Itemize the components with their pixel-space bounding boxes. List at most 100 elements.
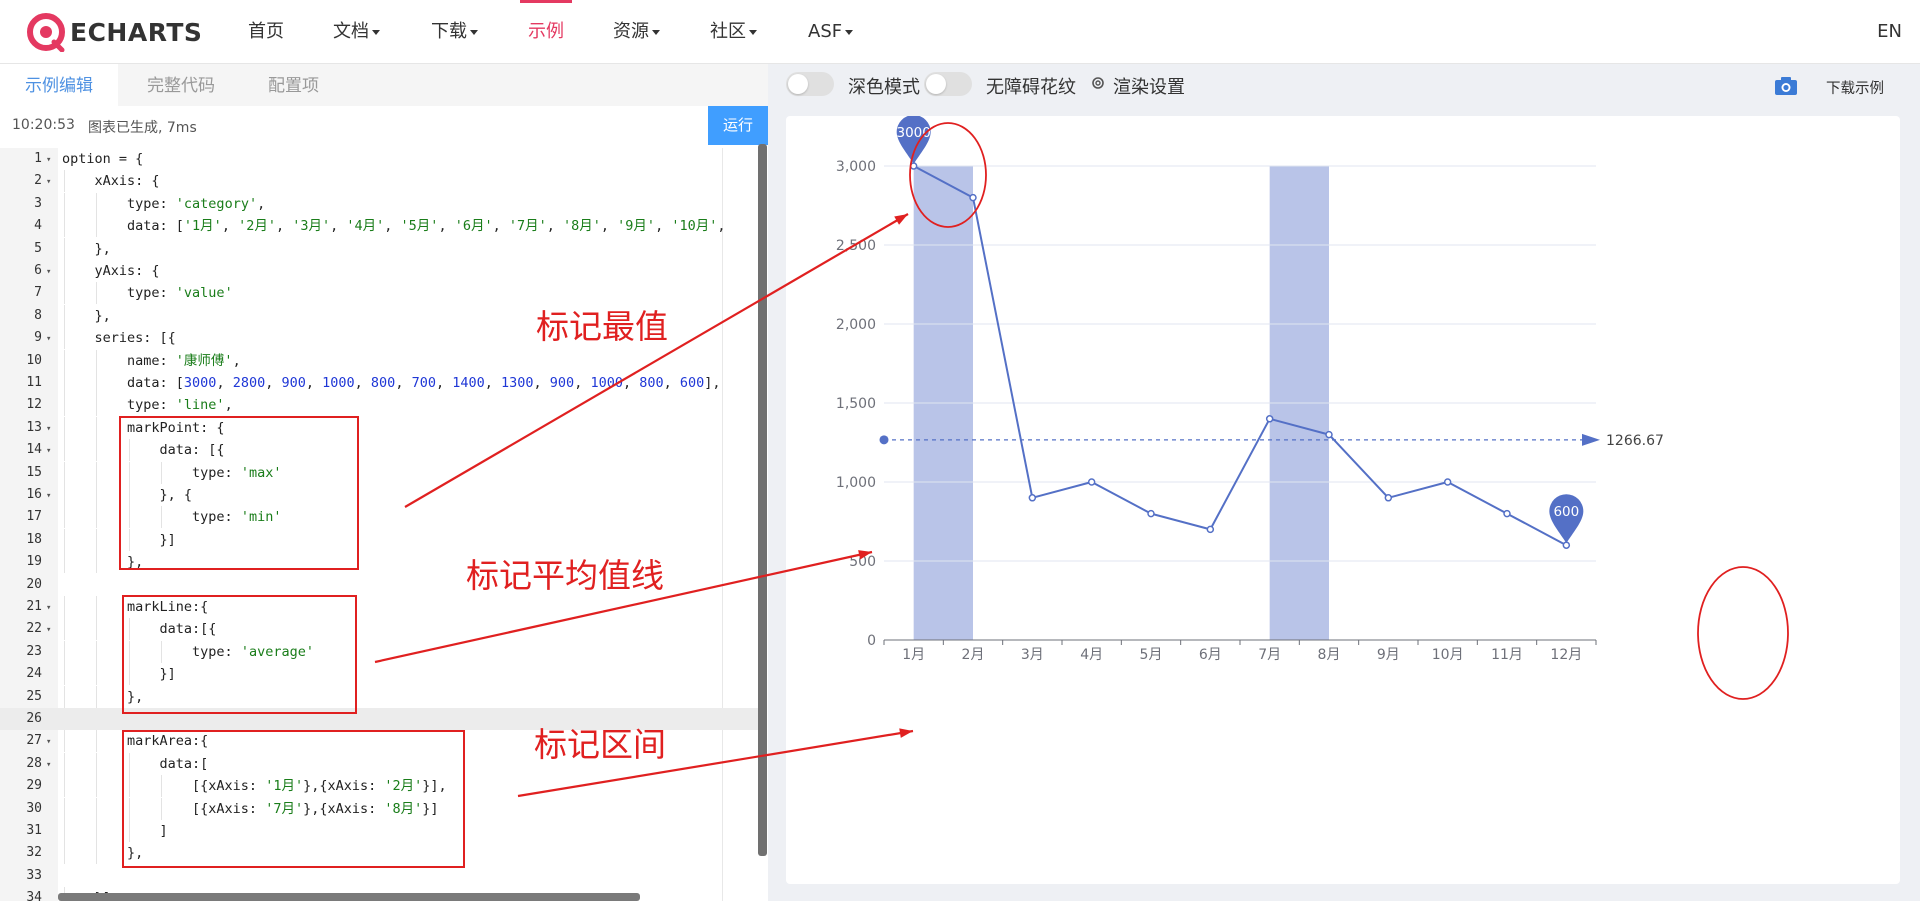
line-number: 8	[34, 307, 42, 323]
code-line[interactable]: 23 type: 'average'	[0, 640, 758, 663]
fold-toggle-icon[interactable]: ▾	[46, 754, 51, 776]
code-line[interactable]: 1 ▾ option = {	[0, 148, 758, 170]
accessible-pattern-toggle[interactable]	[924, 72, 972, 96]
nav-item-0[interactable]: 首页	[248, 0, 284, 63]
nav-item-6[interactable]: ASF	[808, 0, 854, 63]
gear-icon[interactable]	[1090, 75, 1106, 96]
code-line[interactable]: 3 type: 'category',	[0, 192, 758, 215]
nav-item-3[interactable]: 示例	[520, 0, 572, 63]
code-line[interactable]: 24 }]	[0, 663, 758, 686]
code-line[interactable]: 12 type: 'line',	[0, 394, 758, 417]
fold-toggle-icon[interactable]: ▾	[46, 418, 51, 440]
data-point	[1206, 525, 1215, 534]
code-line[interactable]: 21 ▾ markLine:{	[0, 596, 758, 618]
mark-line-label: 1266.67	[1606, 433, 1664, 449]
code-text: },	[62, 307, 111, 324]
line-number: 24	[26, 666, 42, 682]
run-button[interactable]: 运行	[708, 106, 768, 145]
line-number: 21	[26, 599, 42, 614]
code-line[interactable]: 16 ▾ }, {	[0, 484, 758, 506]
chart-container: 0 500 1,000 1,500 2,000 2,500 3,000 1月 2月 3月 4月 5月 6…	[786, 116, 1900, 884]
line-number: 7	[34, 285, 42, 301]
line-number: 3	[34, 195, 42, 211]
code-line[interactable]: 13 ▾ markPoint: {	[0, 416, 758, 440]
code-line[interactable]: 33	[0, 865, 758, 887]
caret-down-icon	[652, 29, 660, 35]
code-line[interactable]: 10 name: '康师傅',	[0, 349, 758, 372]
markarea-highlight-box	[122, 730, 465, 868]
tab-full-code[interactable]: 完整代码	[122, 64, 240, 106]
fold-toggle-icon[interactable]: ▾	[46, 731, 51, 753]
download-example-button[interactable]: 下载示例	[1826, 77, 1884, 98]
line-number: 32	[26, 845, 42, 861]
line-number: 18	[26, 531, 42, 547]
code-text: data: ['1月', '2月', '3月', '4月', '5月', '6月…	[62, 218, 726, 235]
code-line[interactable]: 2 ▾ xAxis: {	[0, 170, 758, 193]
nav-item-5[interactable]: 社区	[710, 0, 757, 63]
line-number: 6	[34, 263, 42, 278]
line-number: 11	[26, 375, 42, 390]
code-line[interactable]: 17 type: 'min'	[0, 506, 758, 529]
data-point	[1028, 494, 1037, 502]
line-number: 1	[34, 151, 42, 166]
line-number: 19	[26, 554, 42, 570]
editor-horizontal-scrollbar[interactable]	[58, 893, 640, 901]
code-line[interactable]: 5 },	[0, 237, 758, 260]
code-text: option = {	[62, 151, 144, 167]
tab-options[interactable]: 配置项	[243, 64, 344, 106]
render-settings-button[interactable]: 渲染设置	[1113, 73, 1185, 99]
code-text: type: 'value'	[62, 285, 233, 302]
annotation-label-average-line: 标记平均值线	[466, 556, 664, 595]
code-line[interactable]: 6 ▾ yAxis: {	[0, 260, 758, 282]
line-number: 14	[26, 442, 42, 458]
fold-toggle-icon[interactable]: ▾	[46, 597, 51, 619]
series-line	[913, 165, 1567, 547]
editor-vertical-scrollbar[interactable]	[758, 144, 767, 856]
echarts-logo[interactable]: ECHARTS	[26, 12, 202, 52]
line-number: 33	[26, 867, 42, 883]
fold-toggle-icon[interactable]: ▾	[46, 619, 51, 641]
markpoint-highlight-box	[119, 416, 359, 570]
line-number: 13	[26, 419, 42, 435]
tab-example-edit[interactable]: 示例编辑	[0, 64, 118, 106]
x-tick-label: 3月	[1021, 647, 1044, 663]
code-line[interactable]: 14 ▾ data: [{	[0, 439, 758, 462]
nav-item-1[interactable]: 文档	[333, 0, 380, 63]
nav-item-label: 首页	[248, 21, 284, 42]
line-number: 26	[26, 711, 42, 726]
camera-icon[interactable]	[1774, 76, 1798, 100]
caret-down-icon	[749, 29, 757, 35]
nav-item-4[interactable]: 资源	[613, 0, 660, 63]
line-number: 9	[34, 330, 42, 346]
nav-item-label: 资源	[613, 21, 649, 42]
line-number: 20	[26, 576, 42, 592]
code-line[interactable]: 18 }]	[0, 528, 758, 551]
fold-toggle-icon[interactable]: ▾	[46, 149, 51, 171]
x-tick-label: 4月	[1080, 647, 1103, 663]
code-line[interactable]: 22 ▾ data:[{	[0, 618, 758, 641]
code-line[interactable]: 15 type: 'max'	[0, 461, 758, 484]
dark-mode-toggle[interactable]	[786, 72, 834, 96]
line-number: 27	[26, 733, 42, 749]
status-message: 图表已生成, 7ms	[88, 120, 197, 136]
y-tick-label: 2,500	[836, 238, 876, 254]
fold-toggle-icon[interactable]: ▾	[46, 440, 51, 462]
code-line[interactable]: 25 },	[0, 685, 758, 708]
line-number: 23	[26, 643, 42, 659]
code-line[interactable]: 11 data: [3000, 2800, 900, 1000, 800, 70…	[0, 372, 758, 394]
editor-tabs: 示例编辑 完整代码 配置项	[0, 64, 768, 107]
y-tick-label: 1,500	[836, 396, 876, 412]
fold-toggle-icon[interactable]: ▾	[46, 485, 51, 507]
code-text: type: 'category',	[62, 195, 266, 212]
fold-toggle-icon[interactable]: ▾	[46, 328, 51, 350]
language-switch[interactable]: EN	[1877, 0, 1902, 63]
code-text: type: 'line',	[62, 397, 233, 414]
dark-mode-label: 深色模式	[848, 77, 920, 98]
x-tick-label: 8月	[1318, 647, 1341, 663]
nav-item-2[interactable]: 下载	[431, 0, 478, 63]
data-point	[1384, 494, 1393, 502]
echarts-logo-icon	[27, 13, 65, 52]
fold-toggle-icon[interactable]: ▾	[46, 261, 51, 283]
code-line[interactable]: 4 data: ['1月', '2月', '3月', '4月', '5月', '…	[0, 215, 758, 238]
fold-toggle-icon[interactable]: ▾	[46, 171, 51, 193]
